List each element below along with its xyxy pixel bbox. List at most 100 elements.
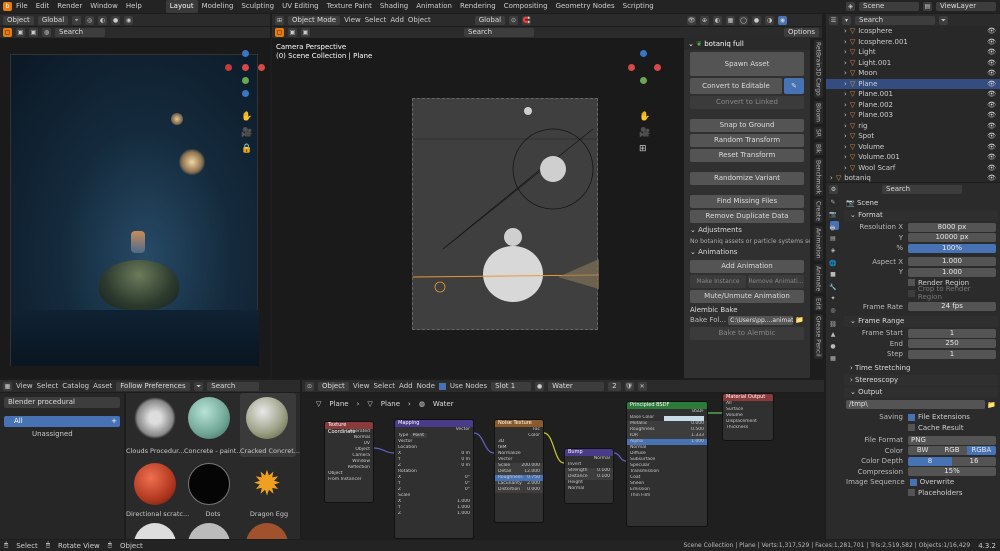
- cache-result-checkbox[interactable]: [908, 424, 915, 432]
- tab-retbrain[interactable]: RetBrain3D Cargo: [813, 40, 823, 98]
- main-camera-icon[interactable]: 🎥: [639, 128, 650, 138]
- asset-concrete-thumb[interactable]: [188, 397, 230, 439]
- color-rgba-option[interactable]: RGBA: [966, 446, 996, 456]
- menu-edit[interactable]: Edit: [32, 0, 54, 13]
- main-select-box-icon[interactable]: ▢: [275, 28, 284, 37]
- tab-sculpting[interactable]: Sculpting: [237, 0, 278, 13]
- particles-tab-icon[interactable]: ✦: [829, 293, 839, 302]
- tool-tab-icon[interactable]: ✎: [829, 197, 839, 206]
- placeholders-checkbox[interactable]: [908, 489, 915, 497]
- left-nav-gizmo[interactable]: ✋ 🎥 🔒: [225, 50, 270, 160]
- gizmo-toggle-icon[interactable]: ⊕: [700, 15, 709, 25]
- visibility-icon[interactable]: 👁: [687, 15, 696, 25]
- color-depth-16-option[interactable]: 16: [952, 456, 996, 466]
- snap-icon[interactable]: ⌖: [72, 15, 82, 25]
- main-gizmo-x-neg-icon[interactable]: [654, 64, 661, 71]
- gizmo-z-neg-icon[interactable]: [242, 90, 249, 97]
- shading-render-icon[interactable]: ◉: [124, 15, 134, 25]
- orientation-dropdown[interactable]: Global: [474, 15, 506, 25]
- render-region-checkbox[interactable]: [908, 279, 915, 287]
- asset-row3-b-thumb[interactable]: [188, 523, 230, 539]
- gizmo-x-icon[interactable]: [225, 64, 232, 71]
- botaniq-title-bar[interactable]: ⌄ ❦ botaniq full: [684, 38, 810, 50]
- catalog-all[interactable]: All +: [4, 416, 120, 427]
- asset-dragon-egg-thumb[interactable]: ✹: [248, 465, 286, 503]
- left-viewport[interactable]: ✋ 🎥 🔒: [0, 38, 270, 378]
- blender-logo-icon[interactable]: b: [3, 2, 12, 11]
- tab-rendering[interactable]: Rendering: [456, 0, 500, 13]
- convert-linked-button[interactable]: Convert to Linked: [690, 96, 804, 109]
- tab-uv-editing[interactable]: UV Editing: [278, 0, 323, 13]
- color-depth-8-option[interactable]: 8: [908, 456, 952, 466]
- physics-tab-icon[interactable]: ◎: [829, 305, 839, 314]
- visibility-toggle-icon[interactable]: 👁: [987, 163, 1000, 174]
- visibility-toggle-icon[interactable]: 👁: [987, 89, 1000, 100]
- tab-geometry-nodes[interactable]: Geometry Nodes: [552, 0, 619, 13]
- node-material-output[interactable]: Material Output All Surface Volume Displ…: [722, 393, 774, 441]
- output-path-input[interactable]: /tmp\: [846, 400, 986, 410]
- main-grid-icon[interactable]: ⊞: [639, 144, 647, 154]
- asset-library-dropdown[interactable]: Blender procedural: [4, 397, 120, 408]
- overlay-icon[interactable]: ◐: [98, 15, 108, 25]
- tab-blk[interactable]: Blk: [813, 141, 823, 155]
- expand-arrow-icon[interactable]: ›: [844, 79, 847, 90]
- lock-icon[interactable]: 🔒: [241, 144, 252, 154]
- output-tab-icon[interactable]: 🖶: [829, 221, 839, 233]
- reset-transform-button[interactable]: Reset Transform: [690, 149, 804, 162]
- expand-arrow-icon[interactable]: ›: [844, 110, 847, 121]
- visibility-toggle-icon[interactable]: 👁: [987, 47, 1000, 58]
- outliner-search-input[interactable]: Search: [855, 15, 935, 25]
- expand-arrow-icon[interactable]: ›: [844, 26, 847, 37]
- aspect-y-field[interactable]: 1.000: [908, 267, 996, 277]
- menu-select[interactable]: Select: [365, 16, 387, 24]
- asset-menu-select[interactable]: Select: [37, 382, 59, 390]
- menu-file[interactable]: File: [12, 0, 32, 13]
- select-mode-icon[interactable]: ▣: [16, 28, 25, 37]
- overwrite-checkbox[interactable]: [909, 478, 917, 486]
- modifier-tab-icon[interactable]: 🔧: [829, 281, 839, 290]
- use-nodes-checkbox[interactable]: [438, 382, 446, 390]
- node-menu-node[interactable]: Node: [417, 382, 435, 390]
- color-bw-option[interactable]: BW: [908, 446, 938, 456]
- data-tab-icon[interactable]: ▲: [829, 329, 839, 338]
- main-select-mode-icon[interactable]: ▣: [288, 28, 297, 37]
- left-orientation-dropdown[interactable]: Global: [37, 15, 69, 25]
- tab-create[interactable]: Create: [813, 199, 823, 224]
- world-tab-icon[interactable]: 🌐: [829, 257, 839, 266]
- gizmo-y-icon[interactable]: [242, 77, 249, 84]
- output-folder-icon[interactable]: 📁: [987, 401, 996, 409]
- adjustments-header[interactable]: ⌄ Adjustments: [684, 225, 810, 236]
- display-mode-icon[interactable]: ▾: [842, 15, 851, 25]
- asset-row3-c-thumb[interactable]: [246, 523, 288, 539]
- node-texture-coordinate[interactable]: Texture Coordinate Generated Normal UV O…: [324, 421, 374, 503]
- asset-menu-asset[interactable]: Asset: [93, 382, 112, 390]
- menu-add[interactable]: Add: [390, 16, 404, 24]
- gizmo-z-icon[interactable]: [242, 50, 249, 57]
- asset-menu-catalog[interactable]: Catalog: [62, 382, 89, 390]
- file-format-dropdown[interactable]: PNG: [908, 435, 996, 445]
- expand-arrow-icon[interactable]: ›: [844, 89, 847, 100]
- properties-editor-icon[interactable]: ⚙: [829, 184, 838, 194]
- outliner-row[interactable]: › ▽ Volume 👁: [826, 142, 1000, 153]
- node-menu-add[interactable]: Add: [399, 382, 413, 390]
- material-name-field[interactable]: Water: [548, 381, 605, 391]
- camera-icon[interactable]: 🎥: [241, 128, 252, 138]
- outliner-row[interactable]: › ▽ botaniq 👁: [826, 173, 1000, 182]
- convert-options-icon[interactable]: ✎: [784, 78, 804, 94]
- outliner-editor-icon[interactable]: ☰: [829, 15, 838, 25]
- frame-rate-dropdown[interactable]: 24 fps: [908, 302, 996, 312]
- visibility-toggle-icon[interactable]: 👁: [987, 26, 1000, 37]
- solid-icon[interactable]: ●: [752, 15, 761, 25]
- main-gizmo-x-icon[interactable]: [628, 64, 635, 71]
- node-object-dropdown[interactable]: Object: [318, 381, 349, 391]
- catalog-unassigned[interactable]: Unassigned: [4, 429, 120, 440]
- tab-animate[interactable]: Animate: [813, 263, 823, 293]
- view-layer-tab-icon[interactable]: ▤: [829, 233, 839, 242]
- tab-layout[interactable]: Layout: [165, 0, 198, 13]
- main-select-extend-icon[interactable]: ▣: [301, 28, 310, 37]
- tab-texture-paint[interactable]: Texture Paint: [323, 0, 376, 13]
- tab-animation-side[interactable]: Animation: [813, 226, 823, 261]
- resolution-x-field[interactable]: 8000 px: [908, 222, 996, 232]
- make-instance-button[interactable]: Make Instance: [690, 275, 746, 288]
- material-tab-icon[interactable]: ●: [829, 341, 839, 350]
